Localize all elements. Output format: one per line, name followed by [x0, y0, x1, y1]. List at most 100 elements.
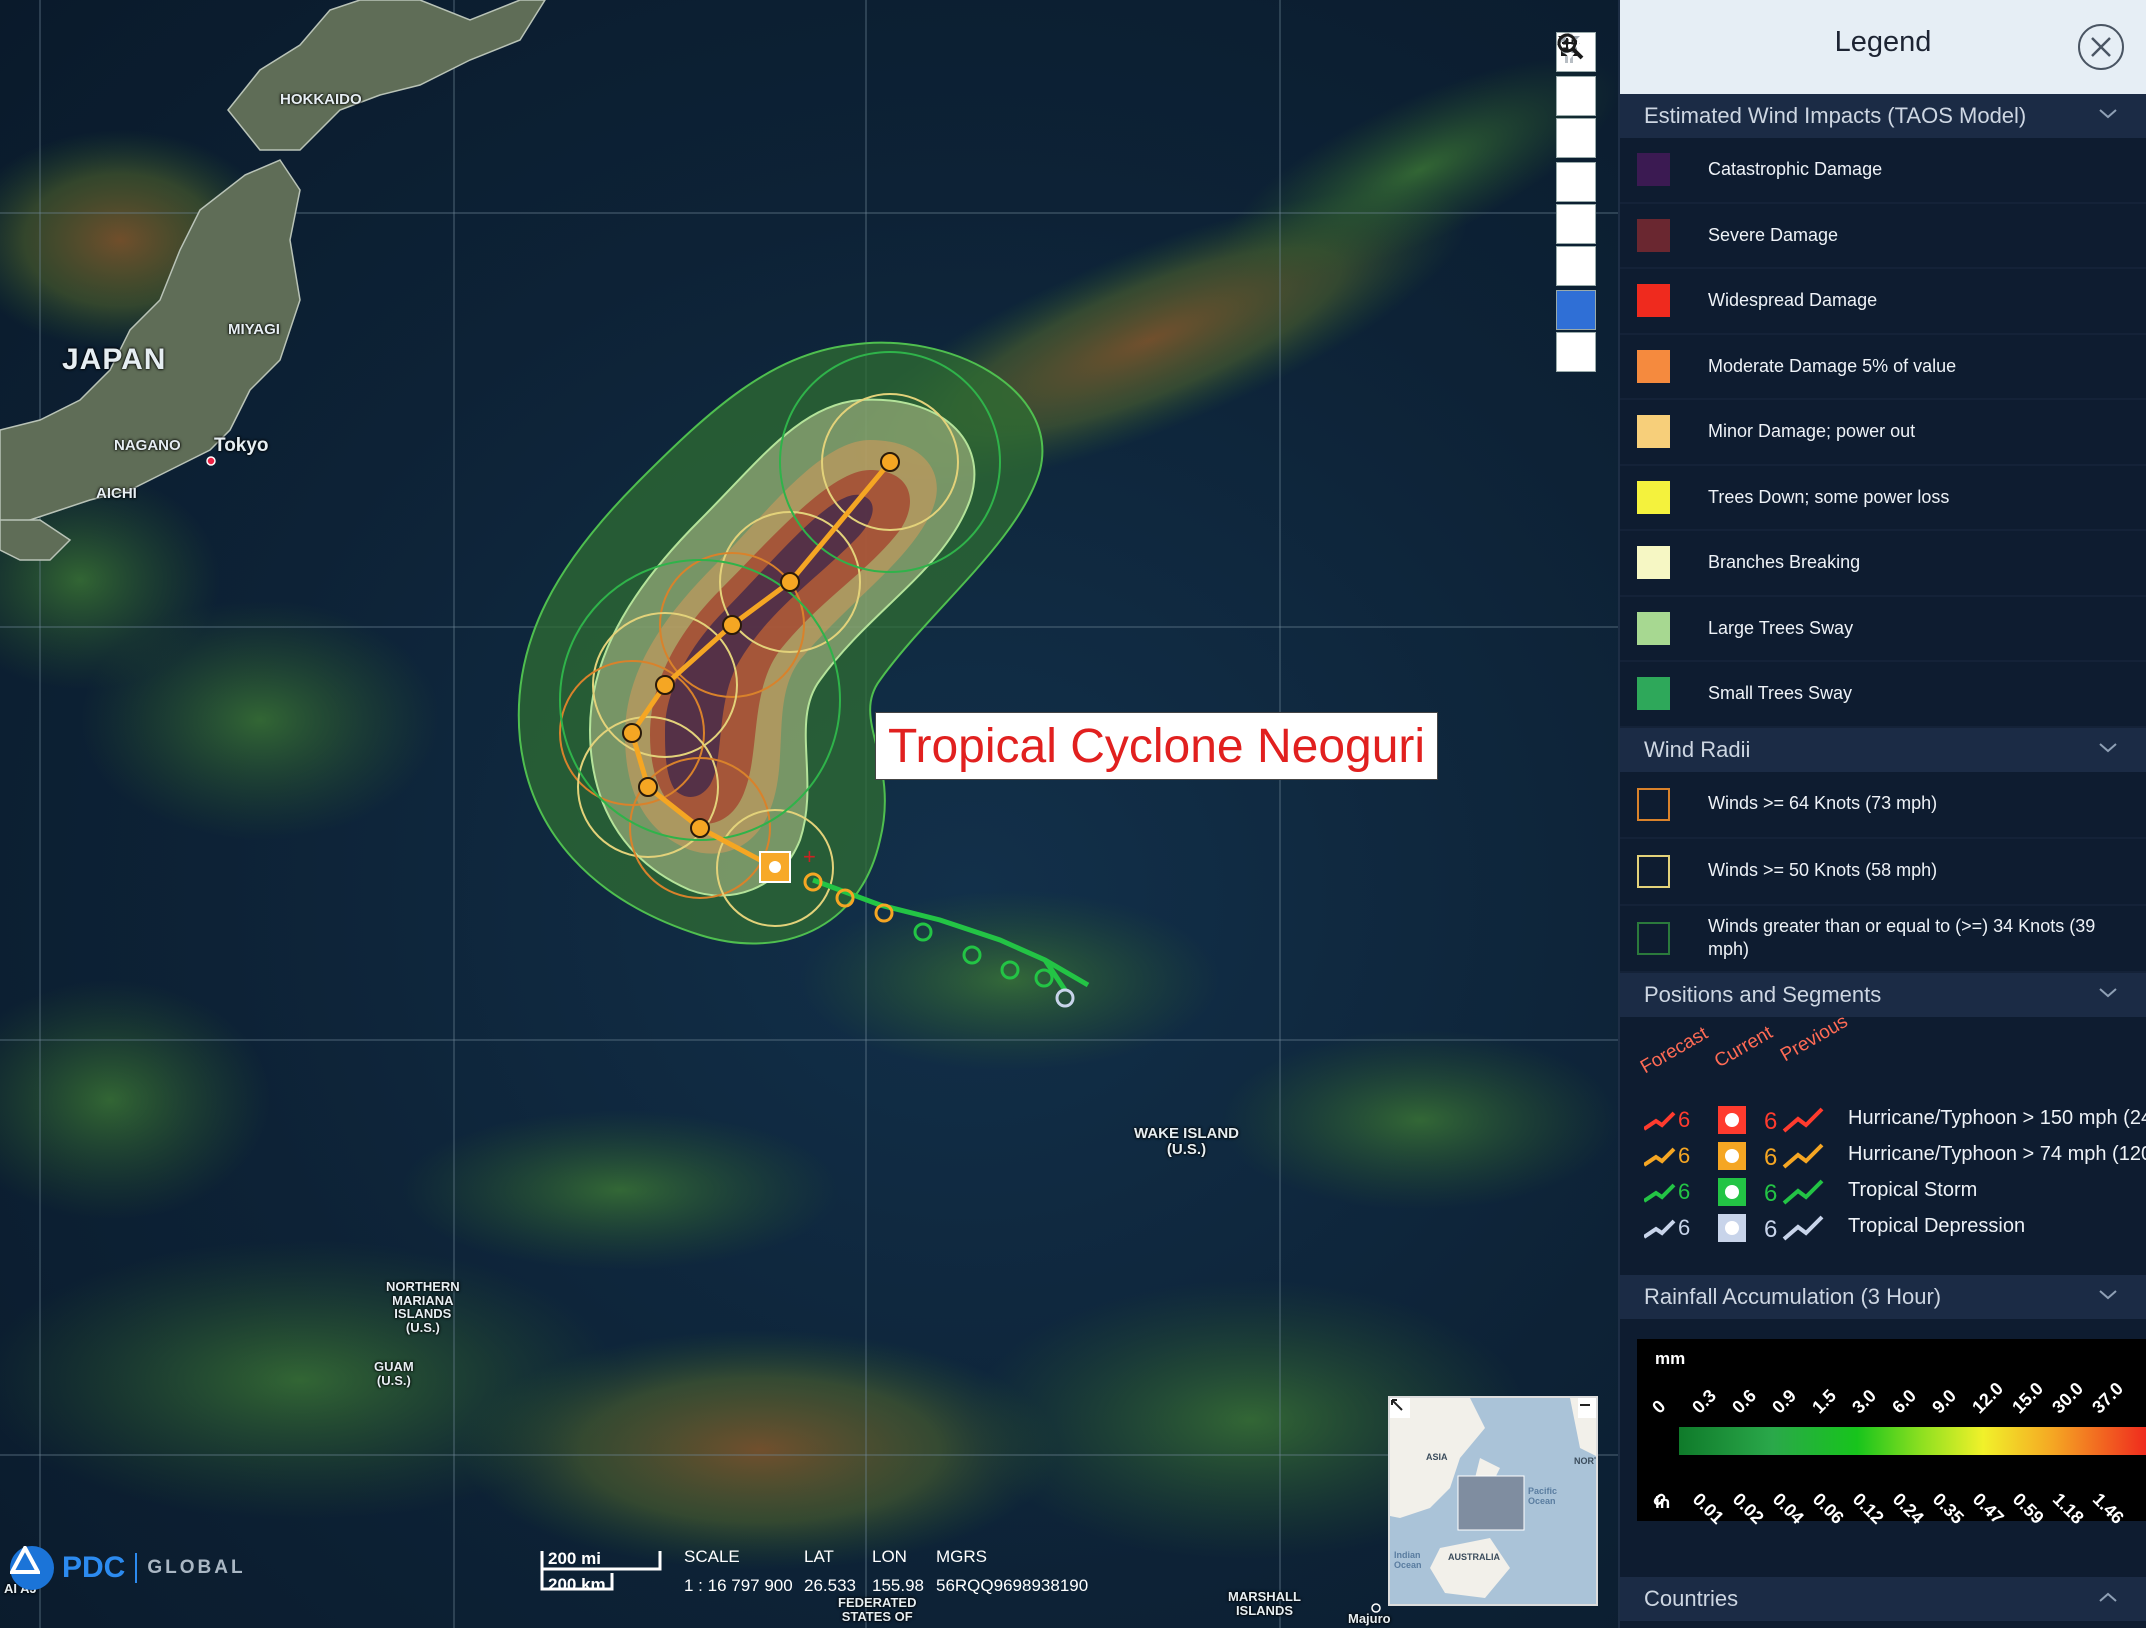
color-swatch [1637, 611, 1670, 645]
section-title-wind-radii: Wind Radii [1644, 736, 1751, 762]
section-header-wind-radii[interactable]: Wind Radii [1620, 727, 2146, 772]
svg-text:6: 6 [1678, 1143, 1690, 1168]
color-swatch [1637, 480, 1670, 514]
close-icon [2091, 37, 2111, 57]
pan-button[interactable] [1556, 33, 1596, 330]
section-header-countries[interactable]: Countries [1620, 1576, 2146, 1621]
label-wake-island: WAKE ISLAND (U.S.) [1134, 1125, 1239, 1158]
pdc-logo-name: PDC [62, 1551, 126, 1584]
overview-map[interactable]: ASIA AUSTRALIA Pacific Ocean Indian Ocea… [1388, 1396, 1598, 1606]
legend-close-button[interactable] [2078, 24, 2124, 70]
taos-item-label: Large Trees Sway [1708, 617, 1854, 638]
rainfall-scale: mm in 0 0.3 0.6 0.9 1.5 3.0 6.0 9.0 12.0 15 [1637, 1338, 2146, 1527]
overview-collapse-button[interactable] [1578, 1398, 1596, 1418]
positions-key: Forecast Current Previous 6 6 Hurricane/… [1620, 1010, 2146, 1275]
storm-symbols-icon: 6 6 [1642, 1141, 1824, 1171]
taos-item: Moderate Damage 5% of value [1620, 335, 2146, 400]
mgrs-label: MGRS [936, 1547, 987, 1566]
taos-item: Widespread Damage [1620, 269, 2146, 335]
rainfall-key: mm in 0 0.3 0.6 0.9 1.5 3.0 6.0 9.0 12.0 15 [1620, 1319, 2146, 1577]
scale-bar: 200 mi 200 km [540, 1545, 664, 1595]
svg-text:+: + [803, 844, 816, 869]
overview-map-canvas [1390, 1398, 1596, 1598]
positions-row: 6 6 Hurricane/Typhoon > 74 mph (120 [1642, 1139, 2146, 1173]
label-hokkaido: HOKKAIDO [280, 91, 362, 108]
positions-row: 6 6 Tropical Storm [1642, 1175, 2146, 1209]
taos-item: Severe Damage [1620, 204, 2146, 269]
home-button[interactable] [1556, 34, 1596, 202]
storm-name-label: Tropical Cyclone Neoguri [875, 712, 1438, 780]
section-title-positions: Positions and Segments [1644, 981, 1882, 1007]
taos-item: Catastrophic Damage [1620, 138, 2146, 204]
color-swatch [1637, 546, 1670, 580]
overview-label-asia: ASIA [1426, 1452, 1448, 1462]
label-marshall-islands: MARSHALL ISLANDS [1228, 1589, 1301, 1618]
section-title-countries: Countries [1644, 1585, 1739, 1611]
zoom-out-button[interactable] [1556, 43, 1596, 158]
zoom-in-button[interactable] [1556, 34, 1596, 116]
taos-item-label: Severe Damage [1708, 224, 1839, 245]
label-japan: JAPAN [62, 343, 167, 376]
svg-text:6: 6 [1764, 1216, 1777, 1243]
map-toolbar [1556, 32, 1598, 374]
taos-item: Trees Down; some power loss [1620, 466, 2146, 531]
magnifier-icon [1557, 33, 1584, 60]
scale-value: 1 : 16 797 900 [684, 1576, 793, 1595]
lon-value: 155.98 [872, 1576, 924, 1595]
expand-arrow-icon [1391, 1399, 1403, 1411]
lat-value: 26.533 [804, 1576, 856, 1595]
taos-item: Small Trees Sway [1620, 662, 2146, 728]
countries-list [1620, 1621, 2146, 1628]
chevron-up-icon [2099, 1592, 2117, 1602]
label-miyagi: MIYAGI [228, 321, 280, 338]
scale-bar-km: 200 km [548, 1575, 606, 1594]
section-header-positions[interactable]: Positions and Segments [1620, 972, 2146, 1017]
zoom-area-button[interactable] [1556, 33, 1596, 372]
lon-label: LON [872, 1547, 907, 1566]
svg-text:6: 6 [1764, 1180, 1777, 1207]
label-tokyo: Tokyo [214, 435, 269, 456]
lat-label: LAT [804, 1547, 834, 1566]
positions-row-label: Tropical Storm [1848, 1178, 1978, 1201]
overview-expand-button[interactable] [1390, 1398, 1410, 1418]
tokyo-marker [206, 456, 216, 466]
svg-text:6: 6 [1678, 1107, 1690, 1132]
taos-item-label: Catastrophic Damage [1708, 159, 1883, 180]
color-swatch [1637, 677, 1670, 711]
chevron-down-icon [2099, 987, 2117, 997]
positions-row-label: Tropical Depression [1848, 1214, 2026, 1237]
rainfall-color-bar [1679, 1426, 2146, 1455]
radii-item: Winds greater than or equal to (>=) 34 K… [1620, 906, 2146, 973]
svg-text:6: 6 [1678, 1215, 1690, 1240]
radii-swatch [1637, 921, 1670, 955]
map-view[interactable]: + HOKKAIDO JAPAN MIYAGI NAGANO Tokyo AIC… [0, 0, 1618, 1628]
positions-row-label: Hurricane/Typhoon > 150 mph (241 [1848, 1106, 2146, 1129]
positions-row-label: Hurricane/Typhoon > 74 mph (120 [1848, 1142, 2146, 1165]
svg-text:6: 6 [1764, 1108, 1777, 1135]
label-aichi: AICHI [96, 485, 137, 502]
rotate-right-button[interactable] [1556, 35, 1596, 286]
section-title-taos: Estimated Wind Impacts (TAOS Model) [1644, 103, 2027, 128]
chevron-down-icon [2099, 109, 2117, 119]
color-swatch [1637, 349, 1670, 383]
taos-item-label: Minor Damage; power out [1708, 421, 1916, 442]
section-title-rainfall: Rainfall Accumulation (3 Hour) [1644, 1283, 1942, 1309]
section-header-rainfall[interactable]: Rainfall Accumulation (3 Hour) [1620, 1274, 2146, 1319]
mgrs-value: 56RQQ9698938190 [936, 1576, 1089, 1595]
legend-title: Legend [1834, 26, 1932, 58]
pdc-logo-suffix: GLOBAL [147, 1557, 246, 1578]
taos-item-label: Branches Breaking [1708, 552, 1861, 573]
taos-item-label: Widespread Damage [1708, 290, 1878, 311]
positions-header-current: Current [1711, 1021, 1777, 1072]
radii-item: Winds >= 50 Knots (58 mph) [1620, 839, 2146, 906]
pdc-logo: PDC GLOBAL [10, 1546, 246, 1590]
label-nagano: NAGANO [114, 437, 181, 454]
color-swatch [1637, 284, 1670, 318]
positions-row: 6 6 Tropical Depression [1642, 1211, 2146, 1245]
chevron-down-icon [2099, 742, 2117, 752]
rotate-left-button[interactable] [1556, 35, 1596, 244]
radii-item: Winds >= 64 Knots (73 mph) [1620, 772, 2146, 839]
legend-panel: Legend Estimated Wind Impacts (TAOS Mode… [1618, 0, 2146, 1628]
section-header-taos[interactable]: Estimated Wind Impacts (TAOS Model) [1620, 94, 2146, 138]
scale-bar-miles: 200 mi [548, 1549, 601, 1568]
